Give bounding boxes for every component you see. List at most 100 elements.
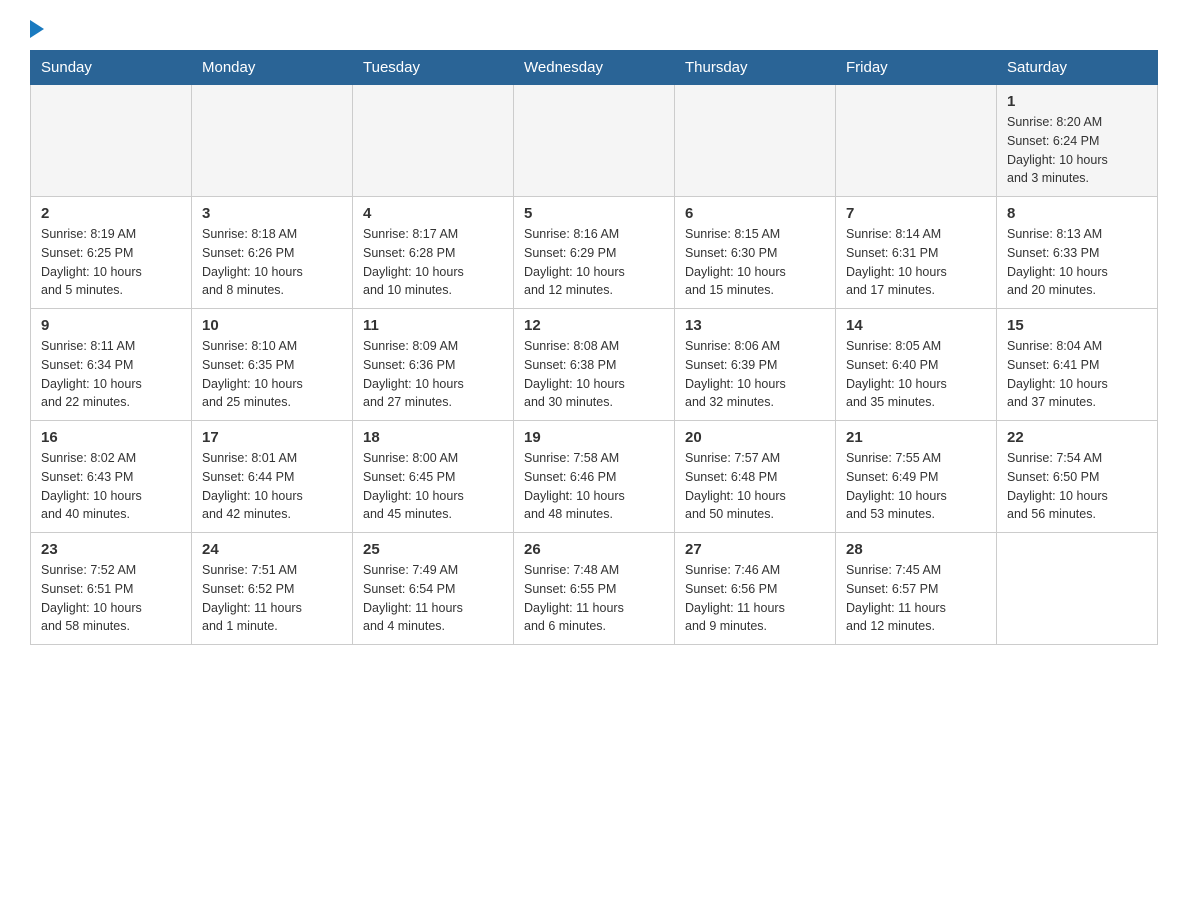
calendar-cell: 12 Sunrise: 8:08 AM Sunset: 6:38 PM Dayli… xyxy=(514,309,675,421)
day-info: Sunrise: 8:10 AM Sunset: 6:35 PM Dayligh… xyxy=(202,337,342,412)
day-info: Sunrise: 7:52 AM Sunset: 6:51 PM Dayligh… xyxy=(41,561,181,636)
day-number: 15 xyxy=(1007,317,1147,334)
day-info: Sunrise: 7:48 AM Sunset: 6:55 PM Dayligh… xyxy=(524,561,664,636)
logo xyxy=(30,20,44,40)
day-number: 27 xyxy=(685,541,825,558)
calendar-cell: 18Sunrise: 8:00 AM Sunset: 6:45 PM Dayli… xyxy=(353,421,514,533)
weekday-header-monday: Monday xyxy=(192,51,353,85)
day-info: Sunrise: 8:18 AM Sunset: 6:26 PM Dayligh… xyxy=(202,225,342,300)
weekday-header-saturday: Saturday xyxy=(997,51,1158,85)
day-number: 9 xyxy=(41,317,181,334)
calendar-cell xyxy=(353,85,514,197)
day-number: 19 xyxy=(524,429,664,446)
day-number: 18 xyxy=(363,429,503,446)
weekday-header-sunday: Sunday xyxy=(31,51,192,85)
day-number: 6 xyxy=(685,205,825,222)
day-info: Sunrise: 8:01 AM Sunset: 6:44 PM Dayligh… xyxy=(202,449,342,524)
calendar-cell: 27 Sunrise: 7:46 AM Sunset: 6:56 PM Dayli… xyxy=(675,533,836,645)
logo-triangle-icon xyxy=(30,20,44,38)
calendar-cell: 26 Sunrise: 7:48 AM Sunset: 6:55 PM Dayli… xyxy=(514,533,675,645)
day-number: 7 xyxy=(846,205,986,222)
day-info: Sunrise: 8:08 AM Sunset: 6:38 PM Dayligh… xyxy=(524,337,664,412)
week-row-3: 9 Sunrise: 8:11 AM Sunset: 6:34 PM Daylig… xyxy=(31,309,1158,421)
weekday-header-thursday: Thursday xyxy=(675,51,836,85)
calendar-cell: 14 Sunrise: 8:05 AM Sunset: 6:40 PM Dayli… xyxy=(836,309,997,421)
weekday-header-wednesday: Wednesday xyxy=(514,51,675,85)
calendar-cell: 16 Sunrise: 8:02 AM Sunset: 6:43 PM Dayli… xyxy=(31,421,192,533)
day-info: Sunrise: 7:57 AM Sunset: 6:48 PM Dayligh… xyxy=(685,449,825,524)
calendar-cell: 9 Sunrise: 8:11 AM Sunset: 6:34 PM Daylig… xyxy=(31,309,192,421)
weekday-header-row: SundayMondayTuesdayWednesdayThursdayFrid… xyxy=(31,51,1158,85)
calendar-table: SundayMondayTuesdayWednesdayThursdayFrid… xyxy=(30,50,1158,645)
day-info: Sunrise: 7:46 AM Sunset: 6:56 PM Dayligh… xyxy=(685,561,825,636)
day-number: 24 xyxy=(202,541,342,558)
day-info: Sunrise: 8:19 AM Sunset: 6:25 PM Dayligh… xyxy=(41,225,181,300)
day-info: Sunrise: 7:49 AM Sunset: 6:54 PM Dayligh… xyxy=(363,561,503,636)
day-number: 17 xyxy=(202,429,342,446)
day-number: 5 xyxy=(524,205,664,222)
day-number: 3 xyxy=(202,205,342,222)
day-number: 8 xyxy=(1007,205,1147,222)
calendar-cell: 11 Sunrise: 8:09 AM Sunset: 6:36 PM Dayli… xyxy=(353,309,514,421)
day-info: Sunrise: 8:17 AM Sunset: 6:28 PM Dayligh… xyxy=(363,225,503,300)
day-info: Sunrise: 8:05 AM Sunset: 6:40 PM Dayligh… xyxy=(846,337,986,412)
day-info: Sunrise: 8:13 AM Sunset: 6:33 PM Dayligh… xyxy=(1007,225,1147,300)
day-number: 14 xyxy=(846,317,986,334)
calendar-cell xyxy=(997,533,1158,645)
day-info: Sunrise: 8:09 AM Sunset: 6:36 PM Dayligh… xyxy=(363,337,503,412)
day-number: 26 xyxy=(524,541,664,558)
day-info: Sunrise: 8:15 AM Sunset: 6:30 PM Dayligh… xyxy=(685,225,825,300)
day-info: Sunrise: 8:11 AM Sunset: 6:34 PM Dayligh… xyxy=(41,337,181,412)
week-row-1: 1Sunrise: 8:20 AM Sunset: 6:24 PM Daylig… xyxy=(31,85,1158,197)
day-info: Sunrise: 8:14 AM Sunset: 6:31 PM Dayligh… xyxy=(846,225,986,300)
week-row-5: 23 Sunrise: 7:52 AM Sunset: 6:51 PM Dayli… xyxy=(31,533,1158,645)
calendar-cell: 24 Sunrise: 7:51 AM Sunset: 6:52 PM Dayli… xyxy=(192,533,353,645)
calendar-cell: 20 Sunrise: 7:57 AM Sunset: 6:48 PM Dayli… xyxy=(675,421,836,533)
day-number: 2 xyxy=(41,205,181,222)
day-info: Sunrise: 7:51 AM Sunset: 6:52 PM Dayligh… xyxy=(202,561,342,636)
day-info: Sunrise: 8:02 AM Sunset: 6:43 PM Dayligh… xyxy=(41,449,181,524)
day-number: 25 xyxy=(363,541,503,558)
day-number: 11 xyxy=(363,317,503,334)
day-number: 22 xyxy=(1007,429,1147,446)
calendar-cell: 25 Sunrise: 7:49 AM Sunset: 6:54 PM Dayli… xyxy=(353,533,514,645)
day-info: Sunrise: 8:16 AM Sunset: 6:29 PM Dayligh… xyxy=(524,225,664,300)
calendar-cell xyxy=(836,85,997,197)
calendar-cell: 3 Sunrise: 8:18 AM Sunset: 6:26 PM Daylig… xyxy=(192,197,353,309)
calendar-cell: 28Sunrise: 7:45 AM Sunset: 6:57 PM Dayli… xyxy=(836,533,997,645)
calendar-cell: 6 Sunrise: 8:15 AM Sunset: 6:30 PM Daylig… xyxy=(675,197,836,309)
day-info: Sunrise: 7:45 AM Sunset: 6:57 PM Dayligh… xyxy=(846,561,986,636)
calendar-cell: 23 Sunrise: 7:52 AM Sunset: 6:51 PM Dayli… xyxy=(31,533,192,645)
day-number: 13 xyxy=(685,317,825,334)
weekday-header-tuesday: Tuesday xyxy=(353,51,514,85)
calendar-cell: 19Sunrise: 7:58 AM Sunset: 6:46 PM Dayli… xyxy=(514,421,675,533)
page-header xyxy=(30,20,1158,40)
calendar-cell xyxy=(192,85,353,197)
calendar-cell: 4 Sunrise: 8:17 AM Sunset: 6:28 PM Daylig… xyxy=(353,197,514,309)
calendar-cell: 5 Sunrise: 8:16 AM Sunset: 6:29 PM Daylig… xyxy=(514,197,675,309)
calendar-cell: 17 Sunrise: 8:01 AM Sunset: 6:44 PM Dayli… xyxy=(192,421,353,533)
calendar-cell xyxy=(514,85,675,197)
calendar-cell: 13 Sunrise: 8:06 AM Sunset: 6:39 PM Dayli… xyxy=(675,309,836,421)
day-number: 10 xyxy=(202,317,342,334)
calendar-cell: 1Sunrise: 8:20 AM Sunset: 6:24 PM Daylig… xyxy=(997,85,1158,197)
calendar-cell: 22 Sunrise: 7:54 AM Sunset: 6:50 PM Dayli… xyxy=(997,421,1158,533)
calendar-cell: 10 Sunrise: 8:10 AM Sunset: 6:35 PM Dayli… xyxy=(192,309,353,421)
day-info: Sunrise: 8:06 AM Sunset: 6:39 PM Dayligh… xyxy=(685,337,825,412)
calendar-cell: 15 Sunrise: 8:04 AM Sunset: 6:41 PM Dayli… xyxy=(997,309,1158,421)
day-number: 21 xyxy=(846,429,986,446)
day-info: Sunrise: 7:54 AM Sunset: 6:50 PM Dayligh… xyxy=(1007,449,1147,524)
day-info: Sunrise: 8:04 AM Sunset: 6:41 PM Dayligh… xyxy=(1007,337,1147,412)
weekday-header-friday: Friday xyxy=(836,51,997,85)
day-number: 4 xyxy=(363,205,503,222)
calendar-cell: 7 Sunrise: 8:14 AM Sunset: 6:31 PM Daylig… xyxy=(836,197,997,309)
day-number: 20 xyxy=(685,429,825,446)
calendar-cell: 8 Sunrise: 8:13 AM Sunset: 6:33 PM Daylig… xyxy=(997,197,1158,309)
calendar-cell: 2 Sunrise: 8:19 AM Sunset: 6:25 PM Daylig… xyxy=(31,197,192,309)
day-number: 12 xyxy=(524,317,664,334)
day-number: 23 xyxy=(41,541,181,558)
day-info: Sunrise: 7:55 AM Sunset: 6:49 PM Dayligh… xyxy=(846,449,986,524)
day-number: 16 xyxy=(41,429,181,446)
calendar-cell xyxy=(675,85,836,197)
day-info: Sunrise: 8:20 AM Sunset: 6:24 PM Dayligh… xyxy=(1007,113,1147,188)
